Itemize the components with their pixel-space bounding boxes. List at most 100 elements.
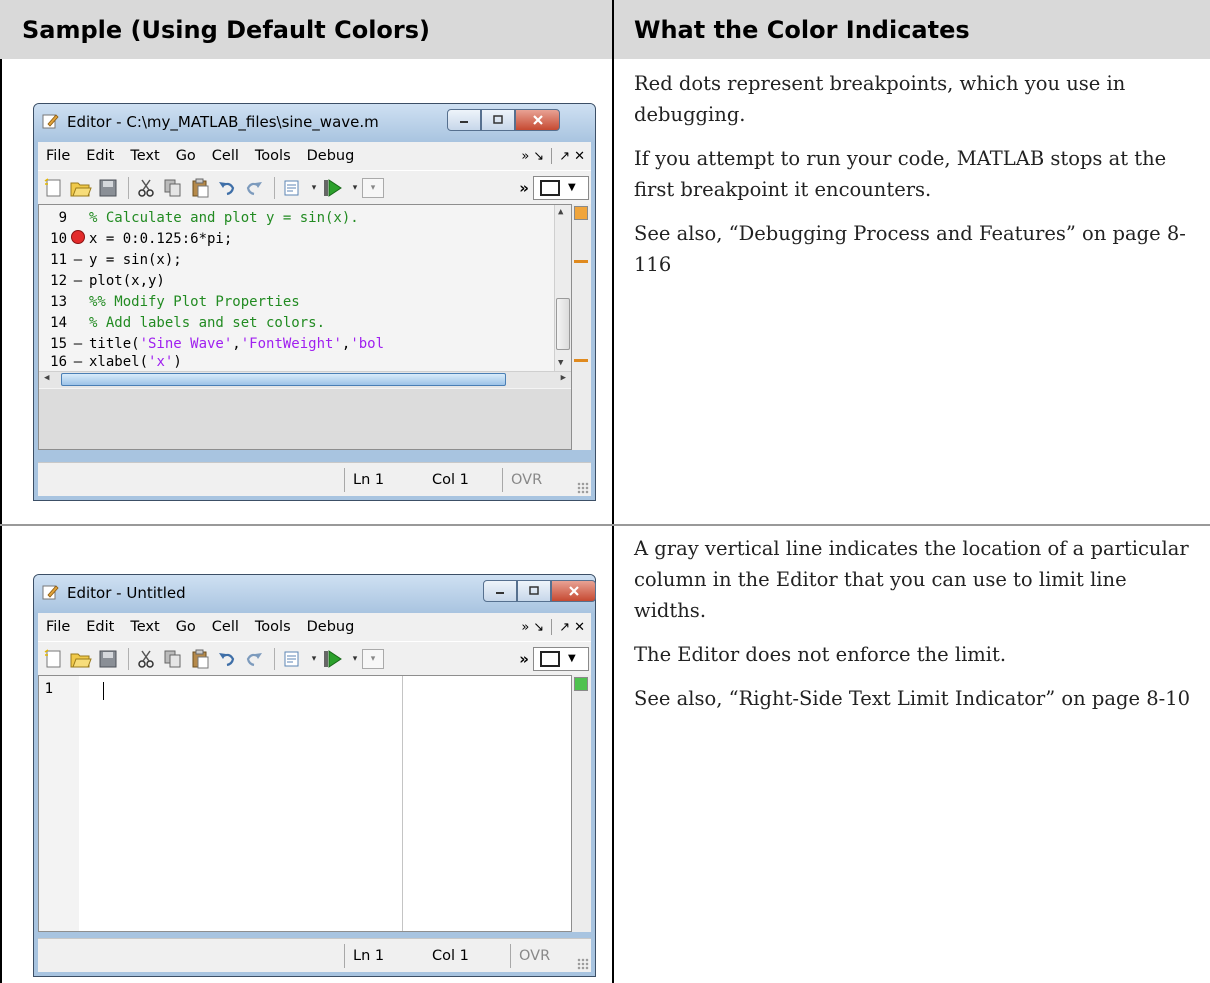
open-file-icon[interactable] xyxy=(69,176,93,200)
row2-description: A gray vertical line indicates the locat… xyxy=(634,533,1204,727)
copy-icon[interactable] xyxy=(161,176,185,200)
message-bar[interactable] xyxy=(572,675,591,932)
code-area[interactable]: 9 % Calculate and plot y = sin(x). 10 x … xyxy=(38,204,572,450)
maximize-button[interactable] xyxy=(481,109,515,131)
title-bar[interactable]: Editor - C:\my_MATLAB_files\sine_wave.m xyxy=(34,104,595,142)
resize-grip-icon[interactable] xyxy=(577,482,589,494)
line-number: 14 xyxy=(50,314,67,331)
code-text: xlabel( xyxy=(89,354,149,368)
row1-paragraph: See also, “Debugging Process and Feature… xyxy=(634,222,1186,276)
run-icon[interactable] xyxy=(321,176,345,200)
run-dropdown-icon[interactable]: ▾ xyxy=(348,649,362,669)
new-file-icon[interactable] xyxy=(42,176,66,200)
status-bar: Ln 1 Col 1 OVR xyxy=(38,938,591,972)
code-line: 13 %% Modify Plot Properties xyxy=(39,291,571,312)
code-text: title( xyxy=(89,335,140,352)
horizontal-scrollbar[interactable]: ◀ ▶ xyxy=(39,371,571,388)
dock-icon[interactable]: ↘ xyxy=(533,620,544,635)
menu-debug[interactable]: Debug xyxy=(299,619,363,635)
comment-icon[interactable] xyxy=(280,647,304,671)
table-header: Sample (Using Default Colors) What the C… xyxy=(0,0,1210,59)
toolbar-overflow-icon[interactable]: » xyxy=(519,179,529,197)
code-line: 11 – y = sin(x); xyxy=(39,249,571,270)
open-file-icon[interactable] xyxy=(69,647,93,671)
undo-icon[interactable] xyxy=(215,647,239,671)
resize-grip-icon[interactable] xyxy=(577,958,589,970)
layout-dropdown[interactable]: ▼ xyxy=(533,175,589,200)
run-icon[interactable] xyxy=(321,647,345,671)
code-area[interactable]: 1 xyxy=(38,675,572,932)
copy-icon[interactable] xyxy=(161,647,185,671)
vertical-scroll-thumb[interactable] xyxy=(556,298,570,350)
menu-go[interactable]: Go xyxy=(168,619,204,635)
menu-file[interactable]: File xyxy=(38,148,78,164)
undock-icon[interactable]: ↗ xyxy=(559,620,570,635)
close-button[interactable] xyxy=(551,580,596,602)
combo-dropdown[interactable]: ▾ xyxy=(362,177,384,198)
cut-icon[interactable] xyxy=(134,647,158,671)
menu-text[interactable]: Text xyxy=(122,148,167,164)
menu-edit[interactable]: Edit xyxy=(78,619,122,635)
scroll-up-arrow-icon[interactable]: ▲ xyxy=(558,207,563,217)
menu-tools[interactable]: Tools xyxy=(247,148,299,164)
dock-icon[interactable]: ↘ xyxy=(533,149,544,164)
menu-overflow-icon[interactable]: » xyxy=(521,620,529,635)
menu-cell[interactable]: Cell xyxy=(204,619,247,635)
cut-icon[interactable] xyxy=(134,176,158,200)
horizontal-scroll-thumb[interactable] xyxy=(61,373,506,386)
executable-line-marker[interactable]: – xyxy=(67,252,89,268)
scroll-right-arrow-icon[interactable]: ▶ xyxy=(561,373,566,383)
paste-icon[interactable] xyxy=(188,176,212,200)
paste-icon[interactable] xyxy=(188,647,212,671)
executable-line-marker[interactable]: – xyxy=(67,354,89,368)
warning-indicator-icon[interactable] xyxy=(574,206,588,220)
minimize-button[interactable] xyxy=(447,109,481,131)
executable-line-marker[interactable]: – xyxy=(67,336,89,352)
window-title: Editor - Untitled xyxy=(67,584,186,602)
dropdown-arrow-icon[interactable]: ▾ xyxy=(307,649,321,669)
executable-line-marker[interactable]: – xyxy=(67,273,89,289)
close-button[interactable] xyxy=(515,109,560,131)
header-sample: Sample (Using Default Colors) xyxy=(22,15,430,44)
ok-indicator-icon[interactable] xyxy=(574,677,588,691)
code-line: 14 % Add labels and set colors. xyxy=(39,312,571,333)
warning-marker[interactable] xyxy=(574,260,588,263)
status-overwrite: OVR xyxy=(510,944,558,968)
combo-dropdown[interactable]: ▾ xyxy=(362,648,384,669)
line-number-gutter xyxy=(39,676,79,931)
layout-dropdown[interactable]: ▼ xyxy=(533,646,589,671)
menu-file[interactable]: File xyxy=(38,619,78,635)
toolbar-overflow-icon[interactable]: » xyxy=(519,650,529,668)
breakpoint-marker[interactable] xyxy=(67,229,89,248)
menu-tools[interactable]: Tools xyxy=(247,619,299,635)
undock-icon[interactable]: ↗ xyxy=(559,149,570,164)
menu-cell[interactable]: Cell xyxy=(204,148,247,164)
message-bar[interactable] xyxy=(572,204,591,450)
maximize-icon xyxy=(493,115,503,124)
undo-icon[interactable] xyxy=(215,176,239,200)
close-document-icon[interactable]: ✕ xyxy=(574,620,585,635)
title-bar[interactable]: Editor - Untitled xyxy=(34,575,596,613)
close-document-icon[interactable]: ✕ xyxy=(574,149,585,164)
save-icon[interactable] xyxy=(96,176,120,200)
code-text: % Calculate and plot y = sin(x). xyxy=(89,209,359,226)
menu-edit[interactable]: Edit xyxy=(78,148,122,164)
scroll-down-arrow-icon[interactable]: ▼ xyxy=(558,358,563,368)
maximize-button[interactable] xyxy=(517,580,551,602)
vertical-scrollbar[interactable]: ▲ ▼ xyxy=(554,205,571,371)
comment-icon[interactable] xyxy=(280,176,304,200)
menu-debug[interactable]: Debug xyxy=(299,148,363,164)
menu-bar: File Edit Text Go Cell Tools Debug » ↘ ↗… xyxy=(38,613,591,641)
dropdown-arrow-icon[interactable]: ▾ xyxy=(307,178,321,198)
menu-go[interactable]: Go xyxy=(168,148,204,164)
new-file-icon[interactable] xyxy=(42,647,66,671)
menu-text[interactable]: Text xyxy=(122,619,167,635)
scroll-left-arrow-icon[interactable]: ◀ xyxy=(44,373,49,383)
menu-overflow-icon[interactable]: » xyxy=(521,149,529,164)
redo-icon[interactable] xyxy=(242,647,266,671)
minimize-button[interactable] xyxy=(483,580,517,602)
save-icon[interactable] xyxy=(96,647,120,671)
redo-icon[interactable] xyxy=(242,176,266,200)
run-dropdown-icon[interactable]: ▾ xyxy=(348,178,362,198)
warning-marker[interactable] xyxy=(574,359,588,362)
